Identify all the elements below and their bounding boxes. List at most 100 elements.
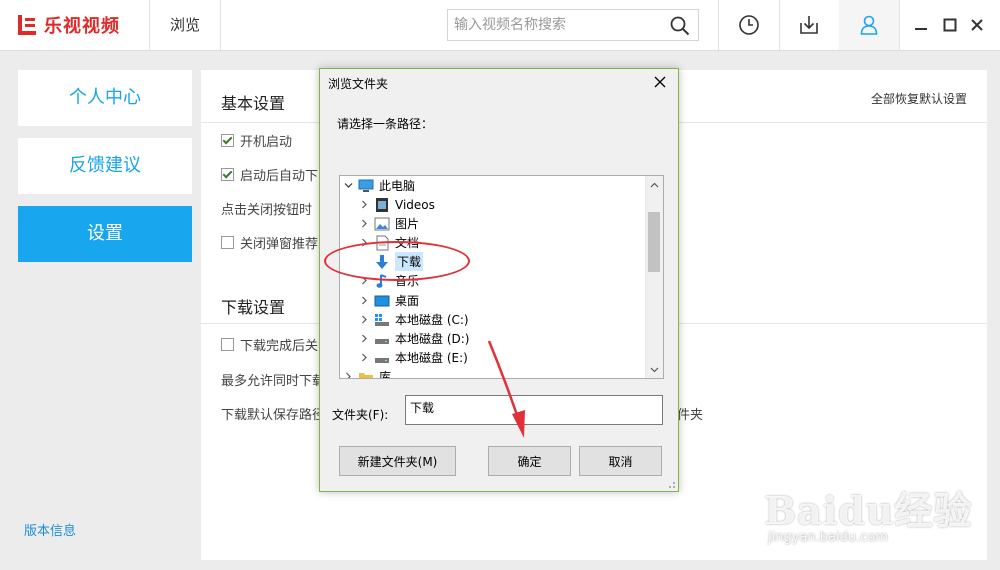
maximize-button[interactable] bbox=[939, 14, 961, 36]
search-input[interactable] bbox=[448, 10, 659, 40]
search-box bbox=[447, 9, 699, 41]
watermark-url: jingyan.baidu.com bbox=[768, 530, 888, 545]
auto-download-label: 启动后自动下 bbox=[240, 169, 319, 184]
shutdown-after-download-label: 下载完成后关 bbox=[240, 339, 319, 354]
video-folder-icon bbox=[374, 197, 390, 213]
expand-chevron-icon[interactable] bbox=[358, 233, 370, 252]
close-behavior-label: 点击关闭按钮时 bbox=[221, 203, 313, 218]
folder-name-input[interactable]: 下载 bbox=[405, 395, 663, 425]
app-window: 乐视视频 浏览 输入视频名称搜索 个人中心 反馈建议 设置 版本信息 基本设置 … bbox=[0, 0, 1000, 570]
close-icon bbox=[654, 76, 666, 88]
max-concurrent-row: 最多允许同时下载 bbox=[221, 370, 325, 389]
dialog-close-button[interactable] bbox=[650, 72, 670, 92]
expand-chevron-icon[interactable] bbox=[358, 310, 370, 329]
tree-item-documents[interactable]: 文档 bbox=[358, 233, 419, 252]
search-icon[interactable] bbox=[670, 16, 690, 36]
new-folder-button[interactable]: 新建文件夹(M) bbox=[339, 446, 456, 476]
sidebar-item-settings[interactable]: 设置 bbox=[18, 206, 192, 262]
folder-tree[interactable]: 此电脑 Videos 图片 文档 下载 音乐 桌面 本地磁盘 (C:) 本地磁盘… bbox=[339, 175, 664, 379]
tree-item-drive-e[interactable]: 本地磁盘 (E:) bbox=[358, 348, 468, 367]
tree-scrollbar[interactable] bbox=[645, 176, 663, 378]
scroll-down-button[interactable] bbox=[646, 361, 663, 378]
downloads-button[interactable] bbox=[779, 0, 839, 50]
sidebar-item-personal-center[interactable]: 个人中心 bbox=[18, 70, 192, 126]
close-icon bbox=[971, 19, 983, 31]
close-button[interactable] bbox=[966, 14, 988, 36]
user-button[interactable] bbox=[839, 0, 899, 50]
tree-item-label: Videos bbox=[395, 197, 435, 212]
title-divider bbox=[899, 0, 900, 50]
download-tray-icon bbox=[800, 16, 818, 34]
close-button-behavior-row: 点击关闭按钮时 bbox=[221, 199, 312, 218]
expand-chevron-icon[interactable] bbox=[358, 291, 370, 310]
autostart-option[interactable]: 开机启动 bbox=[221, 131, 292, 150]
expand-chevron-icon[interactable] bbox=[358, 195, 370, 214]
tree-item-library[interactable]: 库 bbox=[342, 367, 391, 378]
tree-item-desktop[interactable]: 桌面 bbox=[358, 291, 419, 310]
expand-chevron-icon[interactable] bbox=[358, 214, 370, 233]
tree-item-videos[interactable]: Videos bbox=[358, 195, 435, 214]
tree-item-drive-d[interactable]: 本地磁盘 (D:) bbox=[358, 329, 469, 348]
maximize-icon bbox=[943, 18, 957, 32]
shutdown-after-download-checkbox[interactable] bbox=[221, 338, 234, 351]
clock-icon bbox=[739, 15, 759, 35]
watermark-brand: Baidu经验 bbox=[764, 488, 973, 533]
scroll-up-button[interactable] bbox=[646, 176, 663, 193]
chevron-down-icon bbox=[650, 367, 659, 372]
minimize-button[interactable] bbox=[910, 14, 932, 36]
tab-browse[interactable]: 浏览 bbox=[150, 0, 220, 50]
download-settings-title: 下载设置 bbox=[221, 298, 286, 317]
chevron-up-icon bbox=[650, 182, 659, 187]
popup-recommend-option[interactable]: 关闭弹窗推荐 bbox=[221, 233, 318, 252]
collapse-chevron-icon[interactable] bbox=[342, 176, 354, 195]
expand-chevron-icon[interactable] bbox=[358, 329, 370, 348]
tree-item-label: 下载 bbox=[395, 252, 424, 271]
default-path-row: 下载默认保存路径 bbox=[221, 404, 325, 423]
title-bar: 乐视视频 浏览 bbox=[0, 0, 1000, 51]
autostart-checkbox[interactable] bbox=[221, 134, 234, 147]
version-info-link[interactable]: 版本信息 bbox=[24, 520, 76, 539]
tree-item-music[interactable]: 音乐 bbox=[358, 271, 419, 290]
library-folder-icon bbox=[358, 369, 374, 378]
tree-item-label: 本地磁盘 (E:) bbox=[395, 351, 468, 365]
auto-download-option[interactable]: 启动后自动下 bbox=[221, 165, 318, 184]
shutdown-after-download-option[interactable]: 下载完成后关 bbox=[221, 335, 318, 354]
expand-chevron-icon[interactable] bbox=[342, 367, 354, 378]
tree-item-this-pc[interactable]: 此电脑 bbox=[342, 176, 415, 195]
drive-icon bbox=[374, 350, 390, 366]
expand-chevron-icon[interactable] bbox=[358, 271, 370, 290]
sidebar-item-feedback[interactable]: 反馈建议 bbox=[18, 138, 192, 194]
tree-item-label: 本地磁盘 (C:) bbox=[395, 313, 469, 327]
minimize-icon bbox=[915, 28, 927, 30]
popup-recommend-checkbox[interactable] bbox=[221, 236, 234, 249]
title-divider bbox=[220, 0, 221, 50]
expand-chevron-icon[interactable] bbox=[358, 348, 370, 367]
documents-folder-icon bbox=[374, 235, 390, 251]
computer-icon bbox=[358, 178, 374, 194]
popup-recommend-label: 关闭弹窗推荐 bbox=[240, 237, 319, 252]
tree-item-pictures[interactable]: 图片 bbox=[358, 214, 419, 233]
restore-defaults-link[interactable]: 全部恢复默认设置 bbox=[871, 90, 967, 107]
tree-item-drive-c[interactable]: 本地磁盘 (C:) bbox=[358, 310, 469, 329]
auto-download-checkbox[interactable] bbox=[221, 168, 234, 181]
open-folder-link-fragment[interactable]: 件夹 bbox=[677, 404, 703, 423]
tree-item-downloads[interactable]: 下载 bbox=[358, 252, 424, 271]
app-logo[interactable]: 乐视视频 bbox=[16, 12, 120, 38]
drive-icon bbox=[374, 331, 390, 347]
tree-item-label: 文档 bbox=[395, 236, 420, 250]
cancel-button[interactable]: 取消 bbox=[579, 446, 662, 476]
tree-item-label: 本地磁盘 (D:) bbox=[395, 332, 470, 346]
tree-item-label: 此电脑 bbox=[379, 179, 416, 193]
browse-folder-dialog: 浏览文件夹 请选择一条路径： 此电脑 Videos 图片 文档 下载 音乐 桌面… bbox=[319, 68, 679, 492]
resize-grip-icon[interactable] bbox=[666, 479, 676, 489]
pictures-folder-icon bbox=[374, 216, 390, 232]
system-drive-icon bbox=[374, 312, 390, 328]
basic-settings-title: 基本设置 bbox=[221, 94, 286, 113]
history-button[interactable] bbox=[719, 0, 779, 50]
scroll-thumb[interactable] bbox=[648, 212, 660, 272]
folder-field-label: 文件夹(F): bbox=[332, 408, 389, 422]
desktop-icon bbox=[374, 293, 390, 309]
ok-button[interactable]: 确定 bbox=[488, 446, 571, 476]
download-arrow-icon bbox=[374, 254, 390, 270]
dialog-title: 浏览文件夹 bbox=[328, 77, 389, 91]
